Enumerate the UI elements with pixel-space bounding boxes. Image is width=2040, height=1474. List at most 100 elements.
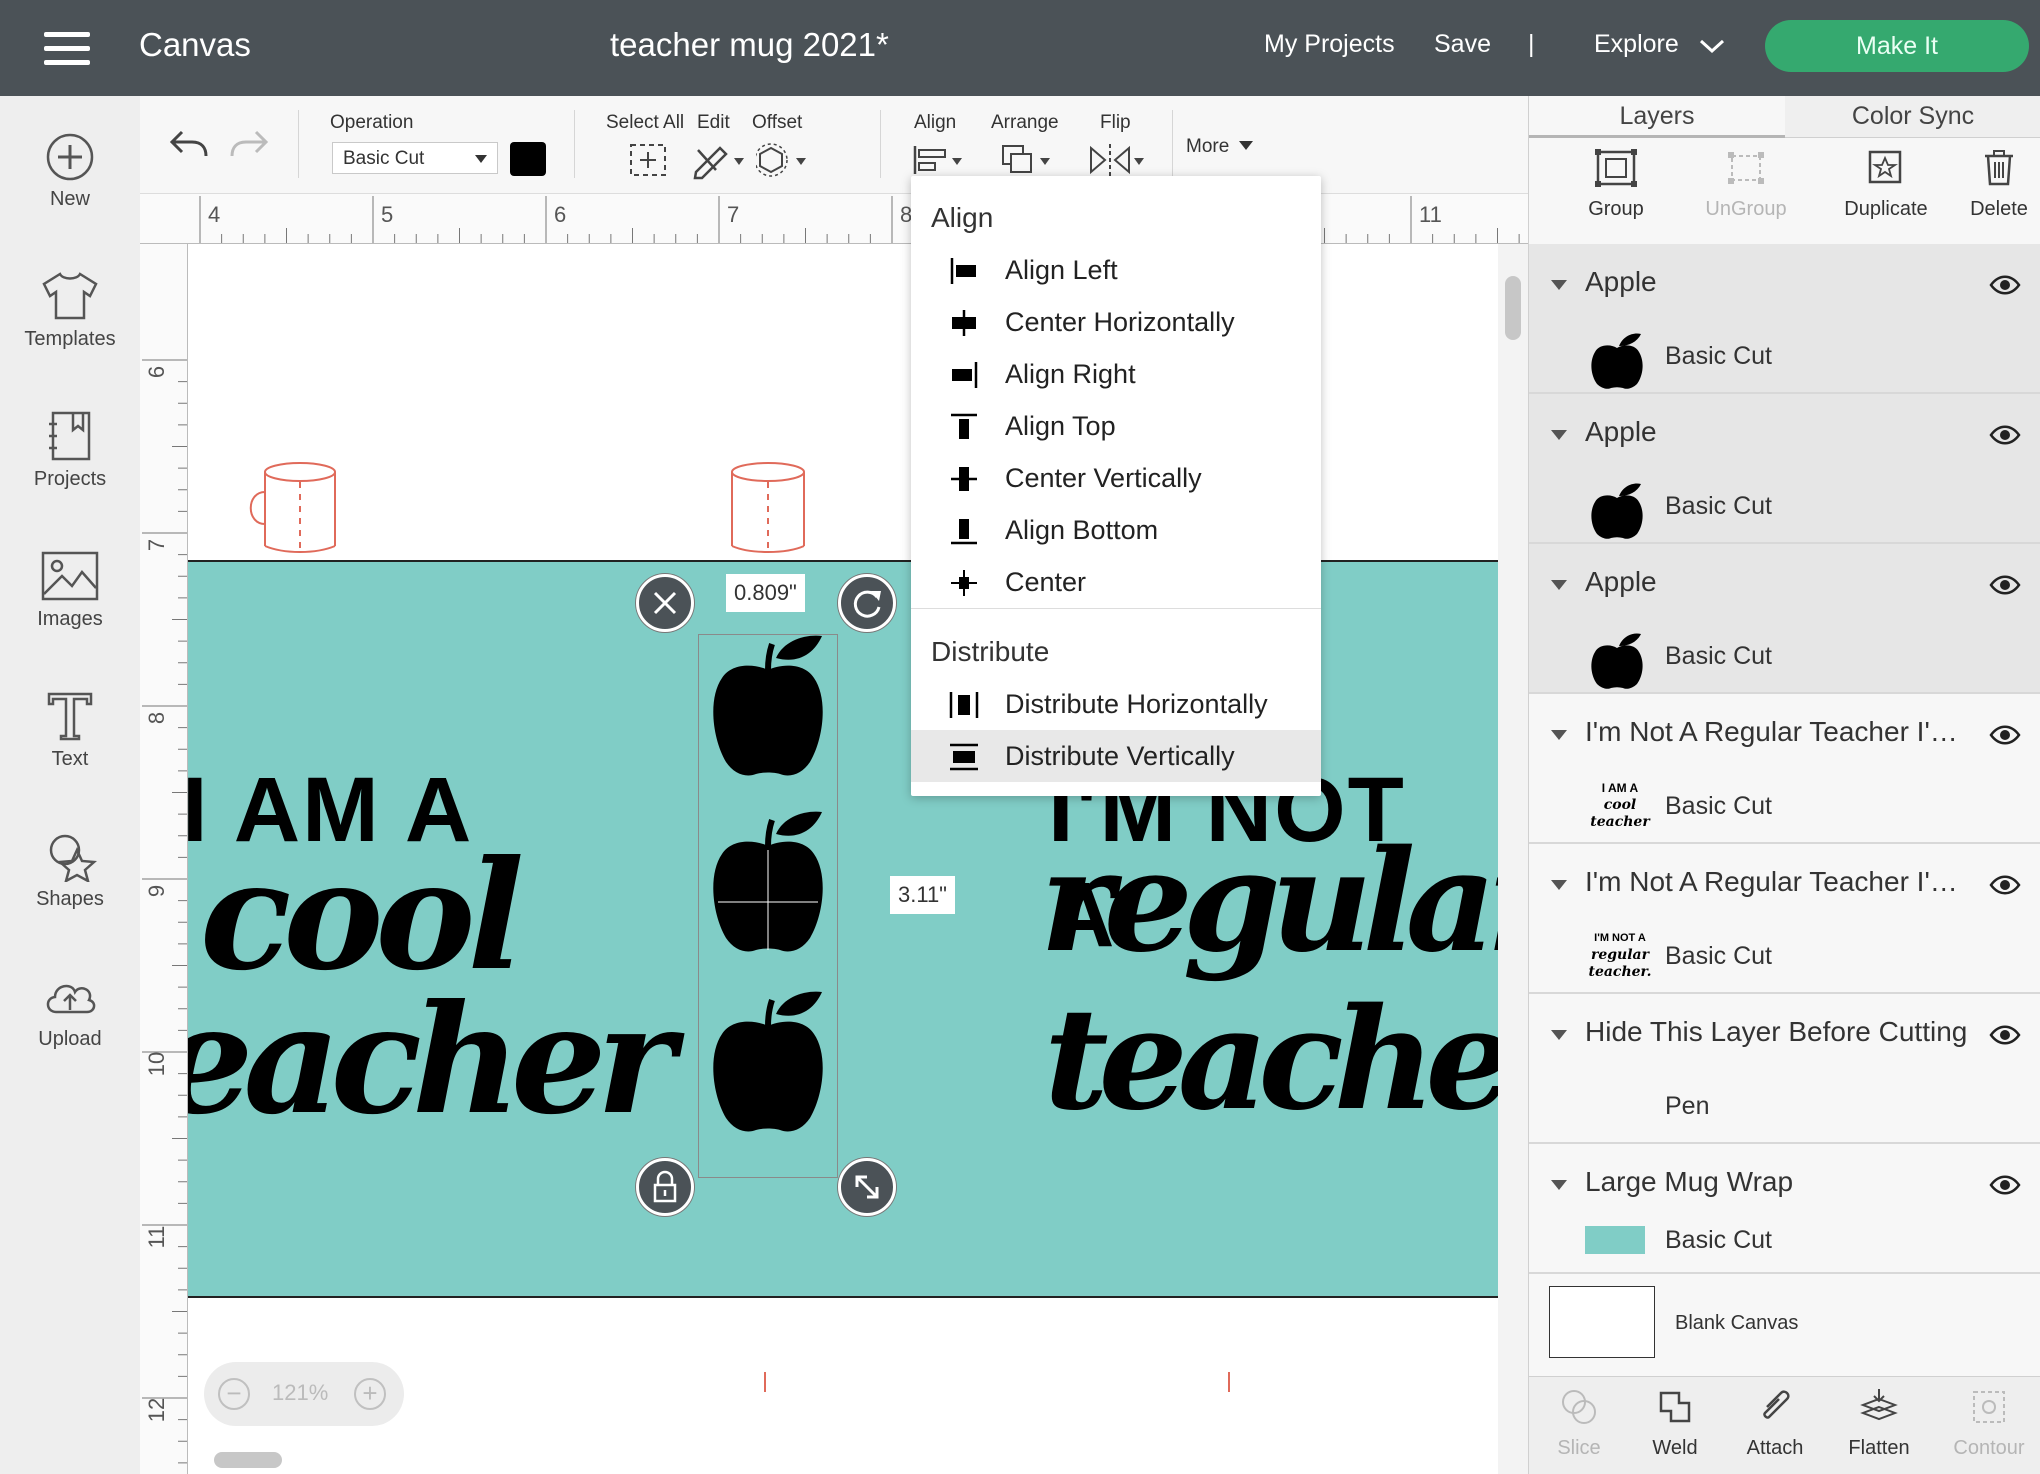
align-icon[interactable] [912,142,968,178]
sidebar-item-new[interactable]: New [0,132,140,211]
delete-button[interactable]: Delete [1949,148,2040,221]
layer-row[interactable]: I'm Not A Regular Teacher I'm A Cool Tea… [1529,694,2040,844]
menu-icon[interactable] [44,28,94,68]
apple-shape[interactable] [698,634,838,814]
layer-row[interactable]: I'm Not A Regular Teacher I'm A Cool Tea… [1529,844,2040,994]
distribute-heading: Distribute [931,636,1050,667]
eye-icon[interactable] [1989,1174,2021,1196]
arrange-icon[interactable] [1000,142,1056,178]
duplicate-button[interactable]: Duplicate [1821,148,1951,221]
color-swatch[interactable] [510,142,546,176]
contour-label: Contour [1953,1437,2025,1459]
ungroup-button[interactable]: UnGroup [1681,148,1811,221]
vertical-scrollbar[interactable] [1505,276,1521,340]
document-title[interactable]: teacher mug 2021* [610,26,889,64]
collapse-caret-icon[interactable] [1551,430,1567,440]
make-it-button[interactable]: Make It [1765,20,2029,72]
group-button[interactable]: Group [1551,148,1681,221]
blank-canvas-swatch[interactable] [1549,1286,1655,1358]
flip-icon[interactable] [1088,142,1148,178]
sidebar-item-shapes[interactable]: Shapes [0,830,140,911]
select-all-icon[interactable] [628,142,668,178]
left-text-line3[interactable]: eacher [188,972,675,1148]
group-label: Group [1588,198,1644,220]
lock-icon [653,1170,677,1203]
rotate-handle[interactable] [838,574,896,632]
sidebar-item-upload[interactable]: Upload [0,970,140,1051]
tab-color-sync[interactable]: Color Sync [1785,96,2040,138]
right-text-line3[interactable]: teacher. [1044,978,1498,1142]
toolbar-divider [298,110,299,178]
layers-panel: Layers Color Sync Group UnGroup Duplicat… [1528,96,2040,1474]
edit-icon[interactable] [692,140,748,180]
layer-row[interactable]: Apple Basic Cut [1529,244,2040,394]
collapse-caret-icon[interactable] [1551,730,1567,740]
sidebar-item-templates[interactable]: Templates [0,270,140,351]
chevron-down-icon[interactable] [1698,36,1726,56]
delete-handle[interactable] [636,574,694,632]
more-menu[interactable]: More [1186,136,1253,158]
offset-icon[interactable] [756,140,812,180]
horizontal-scrollbar[interactable] [214,1452,282,1468]
flatten-button[interactable]: Flatten [1829,1387,1929,1460]
center-horizontally-icon [952,310,976,336]
ruler-label: 6 [144,366,169,378]
lock-handle[interactable] [636,1158,694,1216]
center-vertically-item[interactable]: Center Vertically [911,452,1321,504]
weld-button[interactable]: Weld [1625,1387,1725,1460]
apple-shape[interactable] [698,990,838,1170]
my-projects-link[interactable]: My Projects [1264,30,1395,59]
layer-row[interactable]: Apple Basic Cut [1529,544,2040,694]
layer-name: Large Mug Wrap [1585,1166,1794,1197]
center-item[interactable]: Center [911,556,1321,608]
collapse-caret-icon[interactable] [1551,280,1567,290]
sidebar-item-images[interactable]: Images [0,550,140,631]
eye-icon[interactable] [1989,424,2021,446]
sidebar-item-text[interactable]: Text [0,690,140,771]
collapse-caret-icon[interactable] [1551,1180,1567,1190]
eye-icon[interactable] [1989,274,2021,296]
collapse-caret-icon[interactable] [1551,880,1567,890]
explore-menu[interactable]: Explore [1594,30,1679,59]
tab-layers[interactable]: Layers [1529,96,1785,138]
eye-icon[interactable] [1989,574,2021,596]
sidebar-item-label: New [49,188,90,210]
eye-icon[interactable] [1989,874,2021,896]
distribute-horizontally-icon [949,692,979,718]
layer-row[interactable]: Hide This Layer Before Cutting Pen [1529,994,2040,1144]
resize-handle[interactable] [838,1158,896,1216]
app-title: Canvas [139,26,251,63]
layer-row[interactable]: Large Mug Wrap Basic Cut [1529,1144,2040,1274]
operation-label: Operation [330,112,414,133]
sidebar-item-projects[interactable]: Projects [0,410,140,491]
undo-icon[interactable] [168,126,208,160]
eye-icon[interactable] [1989,724,2021,746]
align-right-item[interactable]: Align Right [911,348,1321,400]
layer-name: I'm Not A Regular Teacher I'm A Cool Tea… [1585,716,1975,747]
apple-shape[interactable] [698,810,838,990]
align-bottom-item[interactable]: Align Bottom [911,504,1321,556]
save-button[interactable]: Save [1434,30,1491,59]
align-top-item[interactable]: Align Top [911,400,1321,452]
zoom-out-button[interactable]: − [218,1378,250,1410]
collapse-caret-icon[interactable] [1551,580,1567,590]
menu-divider [911,608,1321,609]
collapse-caret-icon[interactable] [1551,1030,1567,1040]
paperclip-icon [1763,1390,1790,1419]
eye-icon[interactable] [1989,1024,2021,1046]
ruler-label: 8 [144,712,169,724]
center-horizontally-item[interactable]: Center Horizontally [911,296,1321,348]
distribute-vertically-item[interactable]: Distribute Vertically [911,730,1321,782]
align-left-item[interactable]: Align Left [911,244,1321,296]
menu-item-label: Center [1005,567,1087,597]
operation-select[interactable]: Basic Cut [332,142,498,174]
slice-button[interactable]: Slice [1529,1387,1629,1460]
layer-row[interactable]: Apple Basic Cut [1529,394,2040,544]
right-text-line2[interactable]: regular [1040,820,1498,984]
contour-button[interactable]: Contour [1939,1387,2039,1460]
zoom-in-button[interactable]: + [354,1378,386,1410]
attach-button[interactable]: Attach [1725,1387,1825,1460]
redo-icon[interactable] [230,126,270,160]
weld-label: Weld [1652,1437,1698,1459]
distribute-horizontally-item[interactable]: Distribute Horizontally [911,678,1321,730]
